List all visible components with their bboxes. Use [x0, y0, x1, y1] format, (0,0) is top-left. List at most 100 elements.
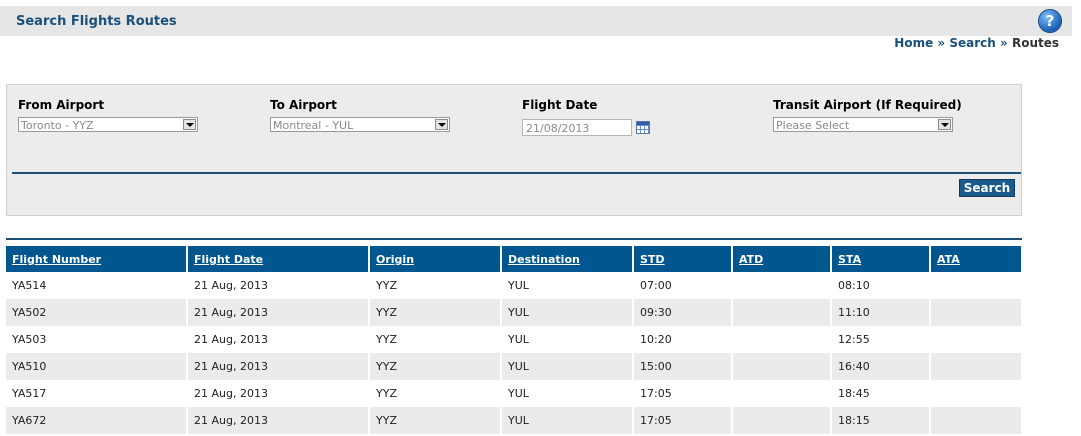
chevron-down-icon[interactable] [183, 119, 196, 130]
table-cell: 10:20 [633, 326, 733, 353]
table-cell: 21 Aug, 2013 [187, 299, 370, 326]
breadcrumb: Home » Search » Routes [894, 36, 1059, 50]
flight-date-input[interactable]: 21/08/2013 [522, 119, 632, 136]
chevron-down-icon[interactable] [938, 119, 951, 130]
sort-link-flight-date[interactable]: Flight Date [194, 253, 263, 266]
table-cell: 18:45 [831, 380, 931, 407]
table-cell [930, 407, 1021, 434]
to-airport-value: Montreal - YUL [273, 119, 354, 132]
table-cell: 17:05 [633, 407, 733, 434]
table-cell: 21 Aug, 2013 [187, 380, 370, 407]
table-cell [732, 272, 832, 299]
table-cell: 21 Aug, 2013 [187, 326, 370, 353]
table-cell [930, 380, 1021, 407]
divider [12, 172, 1021, 174]
sort-link-std[interactable]: STD [640, 253, 665, 266]
table-cell [732, 326, 832, 353]
breadcrumb-home-link[interactable]: Home [894, 36, 933, 50]
table-cell: YA510 [6, 353, 188, 380]
table-cell: YUL [501, 380, 634, 407]
table-cell: YUL [501, 326, 634, 353]
table-cell: 18:15 [831, 407, 931, 434]
transit-airport-label: Transit Airport (If Required) [773, 98, 962, 112]
table-cell: 12:55 [831, 326, 931, 353]
table-cell: 17:05 [633, 380, 733, 407]
to-airport-field: To Airport Montreal - YUL [270, 98, 450, 132]
sort-link-sta[interactable]: STA [838, 253, 861, 266]
from-airport-select[interactable]: Toronto - YYZ [18, 117, 198, 132]
sort-link-destination[interactable]: Destination [508, 253, 580, 266]
breadcrumb-separator: » [937, 36, 946, 50]
table-cell: YA672 [6, 407, 188, 434]
title-bar: Search Flights Routes [0, 6, 1072, 36]
table-cell: 15:00 [633, 353, 733, 380]
calendar-icon[interactable] [636, 121, 650, 134]
search-button[interactable]: Search [959, 179, 1015, 197]
table-cell: 08:10 [831, 272, 931, 299]
table-cell: 11:10 [831, 299, 931, 326]
table-cell: YUL [501, 353, 634, 380]
to-airport-select[interactable]: Montreal - YUL [270, 117, 450, 132]
table-cell: YA503 [6, 326, 188, 353]
transit-airport-select[interactable]: Please Select [773, 117, 953, 132]
flight-date-field: Flight Date 21/08/2013 [522, 98, 650, 136]
table-cell: YUL [501, 407, 634, 434]
sort-link-ata[interactable]: ATA [937, 253, 960, 266]
column-header[interactable]: ATA [930, 246, 1021, 272]
chevron-down-icon[interactable] [435, 119, 448, 130]
to-airport-label: To Airport [270, 98, 337, 112]
from-airport-label: From Airport [18, 98, 105, 112]
column-header[interactable]: Destination [501, 246, 634, 272]
column-header[interactable]: Origin [369, 246, 502, 272]
table-cell [732, 299, 832, 326]
sort-link-atd[interactable]: ATD [739, 253, 763, 266]
transit-airport-field: Transit Airport (If Required) Please Sel… [773, 98, 962, 132]
table-cell [930, 353, 1021, 380]
table-cell: YUL [501, 272, 634, 299]
help-icon[interactable]: ? [1039, 10, 1061, 32]
column-header[interactable]: Flight Date [187, 246, 370, 272]
column-header[interactable]: Flight Number [6, 246, 188, 272]
table-cell: YA517 [6, 380, 188, 407]
table-cell: 07:00 [633, 272, 733, 299]
table-cell [930, 299, 1021, 326]
table-cell [732, 407, 832, 434]
breadcrumb-current: Routes [1011, 36, 1059, 50]
table-row: YA503 21 Aug, 2013 YYZ YUL 10:20 12:55 [6, 326, 1021, 353]
flight-date-label: Flight Date [522, 98, 598, 112]
sort-link-flight-number[interactable]: Flight Number [12, 253, 101, 266]
table-cell: YYZ [369, 380, 502, 407]
table-cell [930, 326, 1021, 353]
from-airport-field: From Airport Toronto - YYZ [18, 98, 198, 132]
search-filter-panel: From Airport Toronto - YYZ To Airport Mo… [6, 84, 1022, 216]
column-header[interactable]: STA [831, 246, 931, 272]
table-cell: 16:40 [831, 353, 931, 380]
table-row: YA514 21 Aug, 2013 YYZ YUL 07:00 08:10 [6, 272, 1021, 299]
table-cell: 09:30 [633, 299, 733, 326]
breadcrumb-search-link[interactable]: Search [949, 36, 995, 50]
table-cell: YYZ [369, 272, 502, 299]
breadcrumb-separator: » [1000, 36, 1008, 50]
table-cell: 21 Aug, 2013 [187, 407, 370, 434]
table-cell [732, 353, 832, 380]
column-header[interactable]: STD [633, 246, 733, 272]
table-cell: YUL [501, 299, 634, 326]
table-cell: YYZ [369, 299, 502, 326]
column-header[interactable]: ATD [732, 246, 832, 272]
table-cell: YYZ [369, 353, 502, 380]
routes-table: Flight Number Flight Date Origin Destina… [6, 246, 1021, 434]
table-cell: YA502 [6, 299, 188, 326]
sort-link-origin[interactable]: Origin [376, 253, 414, 266]
from-airport-value: Toronto - YYZ [21, 119, 94, 132]
page-title: Search Flights Routes [16, 14, 177, 29]
table-cell [732, 380, 832, 407]
table-cell: 21 Aug, 2013 [187, 272, 370, 299]
divider [6, 238, 1022, 240]
table-row: YA672 21 Aug, 2013 YYZ YUL 17:05 18:15 [6, 407, 1021, 434]
transit-airport-value: Please Select [776, 119, 850, 132]
table-cell: YYZ [369, 326, 502, 353]
table-row: YA517 21 Aug, 2013 YYZ YUL 17:05 18:45 [6, 380, 1021, 407]
table-cell: YYZ [369, 407, 502, 434]
table-row: YA502 21 Aug, 2013 YYZ YUL 09:30 11:10 [6, 299, 1021, 326]
table-cell: YA514 [6, 272, 188, 299]
